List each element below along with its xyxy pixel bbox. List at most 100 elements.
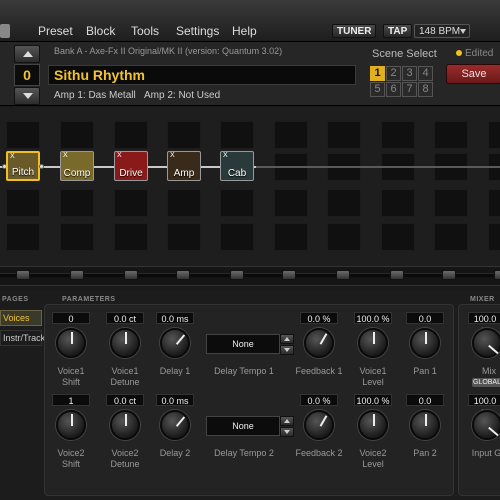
grid-cell[interactable] (381, 189, 415, 217)
slider-handle[interactable] (16, 270, 30, 280)
tab-instr-track[interactable]: Instr/Track (0, 330, 45, 346)
delay-tempo-select[interactable]: None (206, 416, 280, 436)
stepper-down-button[interactable] (280, 427, 294, 437)
grid-cell[interactable] (114, 223, 148, 251)
preset-down-button[interactable] (14, 87, 40, 105)
menu-preset[interactable]: Preset (38, 24, 73, 38)
global-button[interactable]: GLOBAL (472, 378, 500, 387)
parameter-knob[interactable] (358, 410, 388, 440)
grid-cell[interactable] (488, 223, 500, 251)
parameter-value[interactable]: 0.0 (406, 394, 444, 406)
grid-cell[interactable] (381, 121, 415, 149)
scene-button-5[interactable]: 5 (370, 82, 385, 97)
parameter-knob[interactable] (110, 410, 140, 440)
save-button[interactable]: Save (446, 64, 500, 84)
menu-block[interactable]: Block (86, 24, 115, 38)
slider-handle[interactable] (390, 270, 404, 280)
parameter-value[interactable]: 0.0 % (300, 394, 338, 406)
grid-cell[interactable] (6, 223, 40, 251)
grid-cell[interactable] (167, 223, 201, 251)
grid-cell[interactable] (220, 223, 254, 251)
grid-cell[interactable] (60, 121, 94, 149)
bpm-select[interactable]: 148 BPM (414, 24, 470, 38)
menu-settings[interactable]: Settings (176, 24, 219, 38)
grid-cell[interactable] (167, 121, 201, 149)
parameter-value[interactable]: 0 (52, 312, 90, 324)
parameter-value[interactable]: 0.0 ct (106, 394, 144, 406)
tuner-button[interactable]: TUNER (332, 24, 377, 38)
stepper-up-button[interactable] (280, 334, 294, 344)
parameter-value[interactable]: 0.0 ms (156, 394, 194, 406)
slider-handle[interactable] (230, 270, 244, 280)
grid-cell[interactable] (114, 121, 148, 149)
scene-button-6[interactable]: 6 (386, 82, 401, 97)
stepper-down-button[interactable] (280, 345, 294, 355)
parameter-value[interactable]: 1 (52, 394, 90, 406)
connector-dot[interactable] (39, 164, 44, 169)
parameter-knob[interactable] (304, 410, 334, 440)
menu-help[interactable]: Help (232, 24, 257, 38)
tab-voices[interactable]: Voices (0, 310, 42, 326)
parameter-value[interactable]: 0.0 (406, 312, 444, 324)
scene-button-2[interactable]: 2 (386, 66, 401, 81)
scene-button-1[interactable]: 1 (370, 66, 385, 81)
mixer-knob[interactable] (472, 328, 500, 358)
parameter-value[interactable]: 100.0 % (354, 312, 392, 324)
parameter-value[interactable]: 0.0 ct (106, 312, 144, 324)
parameter-knob[interactable] (56, 328, 86, 358)
slider-handle[interactable] (494, 270, 500, 280)
parameter-value[interactable]: 0.0 % (300, 312, 338, 324)
grid-cell[interactable] (114, 189, 148, 217)
parameter-knob[interactable] (160, 328, 190, 358)
grid-cell[interactable] (167, 189, 201, 217)
preset-up-button[interactable] (14, 45, 40, 63)
block-cab[interactable]: X Cab (220, 151, 254, 181)
grid-cell[interactable] (6, 121, 40, 149)
grid-cell[interactable] (327, 223, 361, 251)
parameter-knob[interactable] (56, 410, 86, 440)
parameter-knob[interactable] (110, 328, 140, 358)
parameter-knob[interactable] (304, 328, 334, 358)
grid-cell[interactable] (434, 223, 468, 251)
stepper-up-button[interactable] (280, 416, 294, 426)
block-comp[interactable]: X Comp (60, 151, 94, 181)
parameter-knob[interactable] (160, 410, 190, 440)
slider-handle[interactable] (336, 270, 350, 280)
scene-button-8[interactable]: 8 (418, 82, 433, 97)
grid-cell[interactable] (274, 121, 308, 149)
tap-button[interactable]: TAP (383, 24, 413, 38)
parameter-knob[interactable] (358, 328, 388, 358)
delay-tempo-select[interactable]: None (206, 334, 280, 354)
grid-cell[interactable] (60, 189, 94, 217)
parameter-knob[interactable] (410, 410, 440, 440)
grid-cell[interactable] (327, 189, 361, 217)
slider-handle[interactable] (70, 270, 84, 280)
slider-handle[interactable] (124, 270, 138, 280)
block-drive[interactable]: X Drive (114, 151, 148, 181)
scene-button-3[interactable]: 3 (402, 66, 417, 81)
grid-cell[interactable] (6, 189, 40, 217)
parameter-value[interactable]: 100.0 % (354, 394, 392, 406)
parameter-value[interactable]: 0.0 ms (156, 312, 194, 324)
parameter-knob[interactable] (410, 328, 440, 358)
grid-cell[interactable] (488, 121, 500, 149)
grid-cell[interactable] (220, 189, 254, 217)
mixer-knob[interactable] (472, 410, 500, 440)
menu-tools[interactable]: Tools (131, 24, 159, 38)
grid-cell[interactable] (488, 189, 500, 217)
block-pitch[interactable]: X Pitch (6, 151, 40, 181)
scene-button-7[interactable]: 7 (402, 82, 417, 97)
mixer-value[interactable]: 100.0 % (468, 312, 500, 336)
slider-handle[interactable] (442, 270, 456, 280)
scene-button-4[interactable]: 4 (418, 66, 433, 81)
grid-cell[interactable] (434, 189, 468, 217)
slider-handle[interactable] (176, 270, 190, 280)
grid-cell[interactable] (327, 121, 361, 149)
grid-cell[interactable] (220, 121, 254, 149)
block-amp[interactable]: X Amp (167, 151, 201, 181)
grid-cell[interactable] (60, 223, 94, 251)
grid-cell[interactable] (274, 223, 308, 251)
mixer-value[interactable]: 100.0 % (468, 394, 500, 418)
grid-cell[interactable] (274, 189, 308, 217)
slider-handle[interactable] (282, 270, 296, 280)
